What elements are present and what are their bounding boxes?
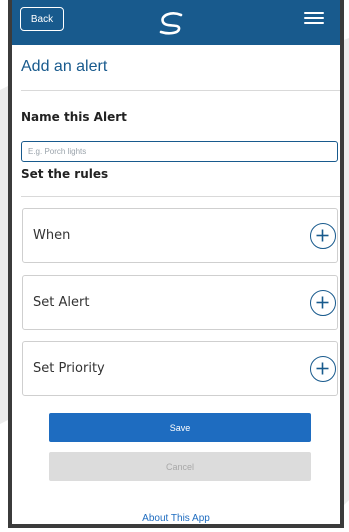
save-button[interactable]: Save xyxy=(49,413,311,442)
back-button[interactable]: Back xyxy=(20,7,64,31)
cancel-button[interactable]: Cancel xyxy=(49,452,311,481)
page-title: Add an alert xyxy=(21,58,108,75)
rule-when-label: When xyxy=(33,228,71,243)
swirl-logo-icon xyxy=(159,12,183,35)
title-divider xyxy=(21,90,340,91)
plus-icon xyxy=(316,296,329,309)
rule-set-priority-label: Set Priority xyxy=(33,361,105,376)
rules-divider xyxy=(21,196,340,197)
rule-set-priority[interactable]: Set Priority xyxy=(22,341,338,396)
name-alert-label: Name this Alert xyxy=(21,110,127,124)
alert-name-input[interactable] xyxy=(21,141,338,162)
set-rules-label: Set the rules xyxy=(21,167,109,181)
plus-icon xyxy=(316,229,329,242)
add-alert-button[interactable] xyxy=(310,290,336,316)
add-priority-button[interactable] xyxy=(310,356,336,382)
rule-set-alert[interactable]: Set Alert xyxy=(22,275,338,330)
rule-set-alert-label: Set Alert xyxy=(33,295,90,310)
add-when-button[interactable] xyxy=(310,223,336,249)
about-app-link[interactable]: About This App xyxy=(12,513,340,524)
plus-icon xyxy=(316,362,329,375)
rule-when[interactable]: When xyxy=(22,208,338,263)
hamburger-menu-icon[interactable] xyxy=(304,12,324,26)
app-frame: Back Add an alert Name this Alert Set th… xyxy=(8,0,344,528)
top-navigation-bar: Back xyxy=(12,0,340,45)
